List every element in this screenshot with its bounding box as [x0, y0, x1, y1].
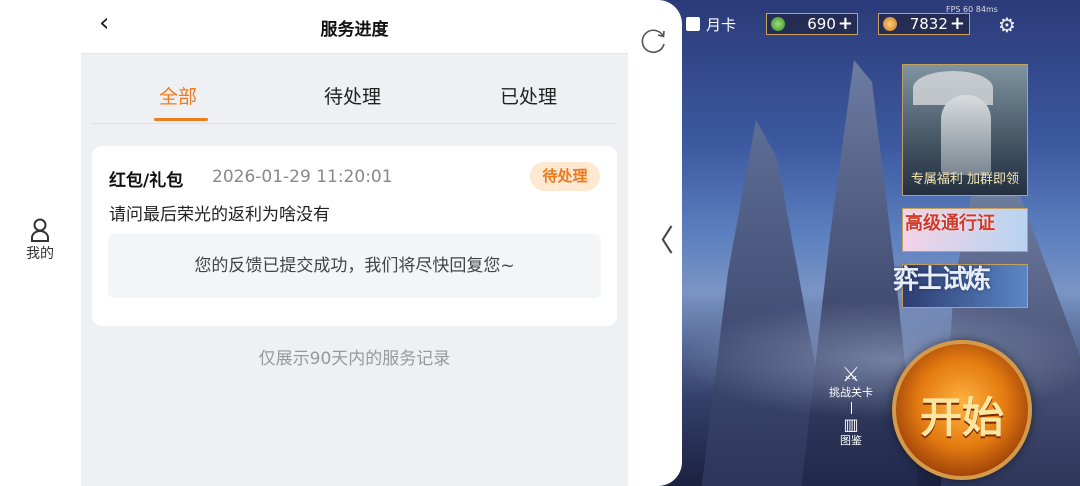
record-time: 2026-01-29 11:20:01: [212, 167, 393, 187]
start-button[interactable]: 开始: [892, 340, 1032, 480]
record-reply: 您的反馈已提交成功，我们将尽快回复您~: [108, 234, 601, 298]
coin-currency[interactable]: 7832 +: [878, 13, 970, 35]
add-coin-icon[interactable]: +: [950, 15, 965, 33]
jade-amount: 690: [807, 15, 836, 33]
user-icon: [31, 218, 49, 242]
month-card-icon: [686, 17, 700, 31]
divider: [850, 402, 852, 414]
month-card-label: 月卡: [706, 15, 737, 34]
service-record-card[interactable]: 红包/礼包 2026-01-29 11:20:01 待处理 请问最后荣光的返利为…: [92, 146, 617, 326]
collapse-panel-icon[interactable]: 〈: [644, 222, 674, 262]
tab-processed[interactable]: 已处理: [500, 82, 557, 109]
character-art: [941, 95, 991, 175]
refresh-icon[interactable]: [638, 26, 668, 56]
book-icon: ▥: [843, 415, 859, 434]
trial-banner[interactable]: 弈士试炼: [893, 264, 1028, 308]
coin-amount: 7832: [909, 15, 948, 33]
welfare-banner[interactable]: 专属福利 加群即领: [902, 64, 1028, 196]
challenge-label: 挑战关卡: [829, 386, 873, 399]
tab-bar: 全部 待处理 已处理: [92, 62, 616, 124]
crossed-swords-icon: ⚔: [842, 362, 860, 386]
record-question: 请问最后荣光的返利为啥没有: [109, 205, 330, 225]
active-tab-indicator: [154, 118, 208, 121]
page-title: 服务进度: [320, 20, 389, 40]
fps-indicator: FPS 60 84ms: [946, 5, 998, 14]
coin-icon: [883, 17, 897, 31]
challenge-menu[interactable]: ⚔ 挑战关卡 ▥ 图鉴: [828, 362, 874, 448]
pass-banner[interactable]: 高级通行证: [902, 208, 1028, 252]
atlas-label: 图鉴: [840, 434, 862, 447]
tab-pending[interactable]: 待处理: [324, 82, 381, 109]
gear-icon[interactable]: ⚙: [996, 14, 1018, 36]
panel-header: ‹ 服务进度: [81, 0, 628, 54]
panel-handle: 〈: [628, 0, 682, 486]
profile-button[interactable]: 我的: [22, 218, 58, 263]
status-badge: 待处理: [530, 162, 600, 191]
trial-banner-label: 弈士试炼: [893, 265, 991, 295]
profile-label: 我的: [26, 246, 54, 262]
welfare-caption: 专属福利 加群即领: [910, 172, 1020, 187]
jade-icon: [771, 17, 785, 31]
month-card-button[interactable]: 月卡: [686, 13, 736, 35]
start-button-label: 开始: [919, 393, 1004, 442]
left-rail: 我的: [0, 0, 81, 486]
jade-currency[interactable]: 690 +: [766, 13, 858, 35]
record-category: 红包/礼包: [109, 171, 184, 191]
service-progress-panel: ‹ 服务进度 全部 待处理 已处理 红包/礼包 2026-01-29 11:20…: [81, 0, 628, 486]
retention-note: 仅展示90天内的服务记录: [258, 349, 451, 369]
add-jade-icon[interactable]: +: [838, 15, 853, 33]
tab-all[interactable]: 全部: [159, 82, 197, 109]
pass-banner-label: 高级通行证: [905, 213, 995, 234]
